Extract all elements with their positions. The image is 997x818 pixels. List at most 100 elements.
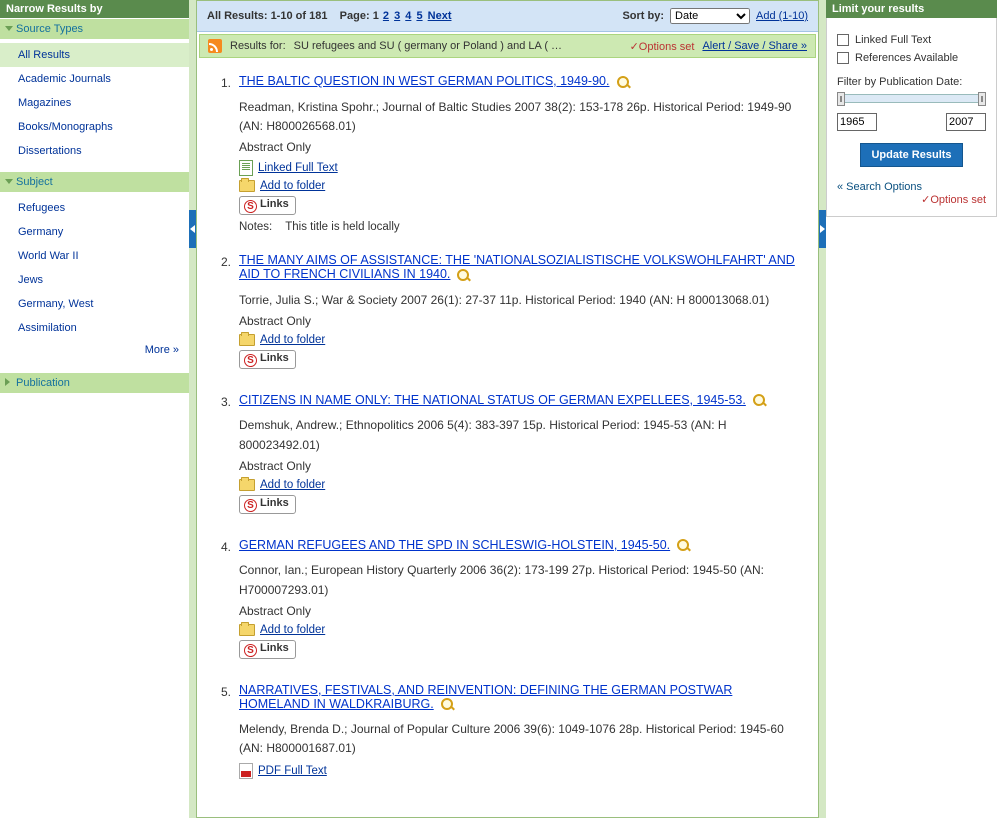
pagination: 1 2 3 4 5 Next (373, 10, 453, 22)
limit-results-sidebar: Limit your results Linked Full Text Refe… (826, 0, 997, 217)
magnify-icon[interactable] (616, 75, 631, 90)
references-available-label: References Available (855, 52, 958, 64)
date-slider-handle-to[interactable] (978, 92, 986, 106)
narrow-results-header: Narrow Results by (0, 0, 189, 18)
result-item: 5. NARRATIVES, FESTIVALS, AND REINVENTIO… (211, 683, 804, 783)
add-to-folder-link[interactable]: Add to folder (260, 479, 325, 491)
links-button[interactable]: SLinks (239, 640, 296, 659)
facet-item-academic-journals[interactable]: Academic Journals (0, 67, 189, 91)
page-label: Page: (340, 10, 370, 22)
alert-save-share-link[interactable]: Alert / Save / Share » (702, 40, 807, 52)
results-header-bar: All Results: 1-10 of 181 Page: 1 2 3 4 5… (197, 1, 818, 32)
update-results-button[interactable]: Update Results (860, 143, 962, 167)
facet-item-wwii[interactable]: World War II (0, 244, 189, 268)
facet-subject-more-link[interactable]: More » (145, 344, 179, 356)
result-meta: Torrie, Julia S.; War & Society 2007 26(… (239, 291, 804, 310)
collapse-left-handle[interactable] (189, 210, 196, 248)
result-title-link[interactable]: THE MANY AIMS OF ASSISTANCE: THE 'NATION… (239, 253, 795, 281)
result-abstract: Abstract Only (239, 459, 804, 473)
links-button[interactable]: SLinks (239, 350, 296, 369)
facet-item-books-monographs[interactable]: Books/Monographs (0, 115, 189, 139)
result-title-link[interactable]: NARRATIVES, FESTIVALS, AND REINVENTION: … (239, 683, 732, 711)
options-set-indicator: ✓Options set (630, 40, 695, 53)
notes-label: Notes: (239, 221, 272, 233)
facet-item-germany-west[interactable]: Germany, West (0, 292, 189, 316)
result-meta: Readman, Kristina Spohr.; Journal of Bal… (239, 98, 804, 136)
facet-item-germany[interactable]: Germany (0, 220, 189, 244)
sort-by-select[interactable]: Date (670, 8, 750, 24)
links-button[interactable]: SLinks (239, 495, 296, 514)
result-title-link[interactable]: THE BALTIC QUESTION IN WEST GERMAN POLIT… (239, 74, 609, 88)
facet-subject-list: Refugees Germany World War II Jews Germa… (0, 192, 189, 372)
magnify-icon[interactable] (456, 268, 471, 283)
filter-date-label: Filter by Publication Date: (837, 76, 986, 88)
document-icon (239, 160, 253, 176)
year-to-input[interactable] (946, 113, 986, 131)
result-number: 1. (211, 74, 239, 233)
result-number: 4. (211, 538, 239, 663)
result-item: 3. CITIZENS IN NAME ONLY: THE NATIONAL S… (211, 393, 804, 518)
results-list: 1. THE BALTIC QUESTION IN WEST GERMAN PO… (197, 60, 818, 817)
add-to-folder-link[interactable]: Add to folder (260, 624, 325, 636)
date-slider[interactable] (837, 94, 986, 103)
page-2-link[interactable]: 2 (383, 10, 389, 22)
results-count: All Results: 1-10 of 181 (207, 10, 327, 22)
page-current: 1 (373, 10, 379, 22)
page-5-link[interactable]: 5 (416, 10, 422, 22)
notes-text: This title is held locally (285, 221, 399, 233)
page-next-link[interactable]: Next (428, 10, 452, 22)
facet-item-jews[interactable]: Jews (0, 268, 189, 292)
magnify-icon[interactable] (676, 538, 691, 553)
add-range-link[interactable]: Add (1-10) (756, 10, 808, 22)
year-from-input[interactable] (837, 113, 877, 131)
result-item: 1. THE BALTIC QUESTION IN WEST GERMAN PO… (211, 74, 804, 233)
facet-item-all-results[interactable]: All Results (0, 43, 189, 67)
facet-item-magazines[interactable]: Magazines (0, 91, 189, 115)
folder-icon (239, 180, 255, 192)
add-to-folder-link[interactable]: Add to folder (260, 180, 325, 192)
limit-results-header: Limit your results (826, 0, 997, 18)
pdf-full-text-link[interactable]: PDF Full Text (258, 765, 327, 777)
result-title-link[interactable]: CITIZENS IN NAME ONLY: THE NATIONAL STAT… (239, 393, 746, 407)
facet-item-refugees[interactable]: Refugees (0, 196, 189, 220)
query-text: SU refugees and SU ( germany or Poland )… (294, 40, 622, 52)
facet-item-dissertations[interactable]: Dissertations (0, 139, 189, 163)
result-meta: Demshuk, Andrew.; Ethnopolitics 2006 5(4… (239, 416, 804, 454)
result-abstract: Abstract Only (239, 314, 804, 328)
folder-icon (239, 479, 255, 491)
facet-item-assimilation[interactable]: Assimilation (0, 316, 189, 340)
rss-icon[interactable] (208, 39, 222, 53)
facet-source-types-header[interactable]: Source Types (0, 18, 189, 39)
facet-subject-header[interactable]: Subject (0, 171, 189, 192)
result-abstract: Abstract Only (239, 604, 804, 618)
result-item: 2. THE MANY AIMS OF ASSISTANCE: THE 'NAT… (211, 253, 804, 373)
result-abstract: Abstract Only (239, 140, 804, 154)
folder-icon (239, 334, 255, 346)
date-slider-handle-from[interactable] (837, 92, 845, 106)
references-available-checkbox[interactable] (837, 52, 849, 64)
folder-icon (239, 624, 255, 636)
result-meta: Connor, Ian.; European History Quarterly… (239, 561, 804, 599)
facet-publication-header[interactable]: Publication (0, 372, 189, 393)
result-number: 2. (211, 253, 239, 373)
pdf-icon (239, 763, 253, 779)
links-button[interactable]: SLinks (239, 196, 296, 215)
narrow-results-sidebar: Narrow Results by Source Types All Resul… (0, 0, 189, 393)
page-4-link[interactable]: 4 (405, 10, 411, 22)
magnify-icon[interactable] (440, 697, 455, 712)
add-to-folder-link[interactable]: Add to folder (260, 334, 325, 346)
query-bar: Results for: SU refugees and SU ( german… (199, 34, 816, 58)
collapse-right-handle[interactable] (819, 210, 826, 248)
result-meta: Melendy, Brenda D.; Journal of Popular C… (239, 720, 804, 758)
linked-full-text-checkbox[interactable] (837, 34, 849, 46)
page-3-link[interactable]: 3 (394, 10, 400, 22)
result-title-link[interactable]: GERMAN REFUGEES AND THE SPD IN SCHLESWIG… (239, 538, 670, 552)
results-for-label: Results for: (230, 40, 286, 52)
linked-full-text-link[interactable]: Linked Full Text (258, 162, 338, 174)
linked-full-text-label: Linked Full Text (855, 34, 931, 46)
sort-by-label: Sort by: (622, 10, 664, 22)
search-options-link[interactable]: « Search Options (837, 181, 922, 193)
magnify-icon[interactable] (752, 393, 767, 408)
result-item: 4. GERMAN REFUGEES AND THE SPD IN SCHLES… (211, 538, 804, 663)
results-column: All Results: 1-10 of 181 Page: 1 2 3 4 5… (189, 0, 826, 818)
